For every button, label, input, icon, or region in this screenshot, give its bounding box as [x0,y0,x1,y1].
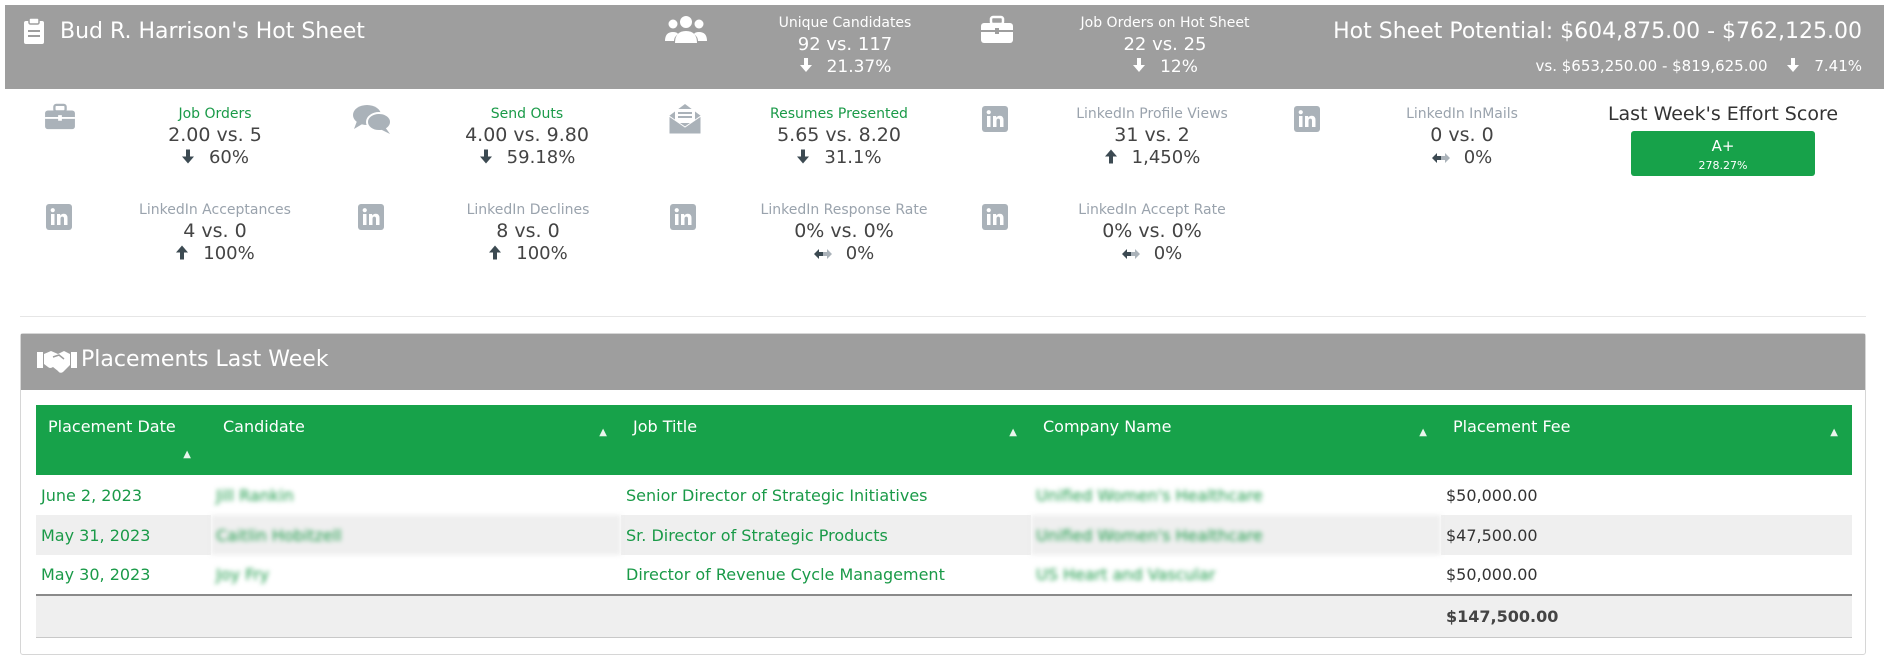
sort-icon[interactable]: ▲ [1419,421,1427,445]
column-header-placement-fee[interactable]: Placement Fee ▲ [1441,405,1852,475]
table-row: May 31, 2023 Caitlin Hobitzell Sr. Direc… [36,515,1852,555]
stat-linkedin-declines: LinkedIn Declines 8 vs. 0 100% [358,202,618,274]
placements-panel-header: Placements Last Week [21,334,1865,390]
arrow-left-right-icon [1431,148,1450,169]
sort-icon[interactable]: ▲ [1830,421,1838,445]
placements-panel: Placements Last Week Placement Date ▲ Can… [20,333,1866,655]
arrow-left-right-icon [813,244,832,265]
handshake-icon [37,348,77,378]
column-header-company-name[interactable]: Company Name ▲ [1031,405,1441,475]
linkedin-icon [670,204,696,234]
arrow-up-icon [1104,148,1118,169]
briefcase-icon [44,103,76,135]
placement-fee: $50,000.00 [1446,485,1538,505]
sort-icon[interactable]: ▲ [1009,421,1017,445]
stat-linkedin-accept-rate: LinkedIn Accept Rate 0% vs. 0% 0% [982,202,1272,274]
table-total-row: $147,500.00 [36,594,1852,638]
placement-date[interactable]: May 31, 2023 [36,515,211,555]
job-orders-hot-sheet-stat: Job Orders on Hot Sheet 22 vs. 25 12% [1080,15,1250,77]
hot-sheet-potential-compare: vs. $653,250.00 - $819,625.00 7.41% [1535,57,1862,76]
placements-title: Placements Last Week [81,347,329,372]
candidate-name[interactable]: Caitlin Hobitzell [211,515,621,555]
users-group-icon [665,13,707,51]
job-title[interactable]: Director of Revenue Cycle Management [621,555,1031,595]
arrow-left-right-icon [1121,244,1140,265]
stat-job-orders: Job Orders 2.00 vs. 5 60% [44,103,304,173]
placement-date[interactable]: June 2, 2023 [36,475,211,515]
placements-total: $147,500.00 [1441,594,1852,638]
column-header-placement-date[interactable]: Placement Date ▲ [36,405,211,475]
placement-fee: $50,000.00 [1446,565,1538,584]
hot-sheet-potential: Hot Sheet Potential: $604,875.00 - $762,… [1333,19,1862,44]
briefcase-icon [980,15,1014,49]
open-envelope-icon [668,103,702,139]
arrow-down-icon [1132,57,1146,77]
job-title[interactable]: Senior Director of Strategic Initiatives [621,475,1031,515]
linkedin-icon [358,204,384,234]
arrow-down-icon [181,148,195,169]
job-title[interactable]: Sr. Director of Strategic Products [621,515,1031,555]
stat-resumes-presented: Resumes Presented 5.65 vs. 8.20 31.1% [668,103,928,173]
linkedin-icon [982,106,1008,136]
chat-bubbles-icon [352,103,392,139]
arrow-down-icon [1786,57,1800,76]
sort-icon[interactable]: ▲ [599,421,607,445]
page-title: Bud R. Harrison's Hot Sheet [60,19,365,44]
arrow-up-icon [175,244,189,265]
arrow-up-icon [488,244,502,265]
placements-table: Placement Date ▲ Candidate ▲ Job Title ▲ Co… [36,405,1852,638]
candidate-name[interactable]: Joy Fry [211,555,621,595]
linkedin-icon [46,204,72,234]
candidate-name[interactable]: Jill Rankin [211,475,621,515]
stat-linkedin-profile-views: LinkedIn Profile Views 31 vs. 2 1,450% [982,106,1242,176]
stat-send-outs: Send Outs 4.00 vs. 9.80 59.18% [352,103,612,173]
arrow-down-icon [479,148,493,169]
section-divider [20,316,1866,317]
linkedin-icon [1294,106,1320,136]
company-name[interactable]: Unified Women's Healthcare [1031,515,1441,555]
company-name[interactable]: US Heart and Vascular [1031,555,1441,595]
placement-fee: $47,500.00 [1441,515,1852,555]
table-row: May 30, 2023 Joy Fry Director of Revenue… [36,555,1852,595]
placement-date[interactable]: May 30, 2023 [36,555,211,595]
sort-icon[interactable]: ▲ [183,443,191,467]
arrow-down-icon [799,57,813,77]
stat-linkedin-inmails: LinkedIn InMails 0 vs. 0 0% [1294,106,1554,176]
linkedin-icon [982,204,1008,234]
stat-linkedin-acceptances: LinkedIn Acceptances 4 vs. 0 100% [46,202,306,274]
table-row: June 2, 2023 Jill Rankin Senior Director… [36,475,1852,515]
column-header-candidate[interactable]: Candidate ▲ [211,405,621,475]
column-header-job-title[interactable]: Job Title ▲ [621,405,1031,475]
stat-linkedin-response-rate: LinkedIn Response Rate 0% vs. 0% 0% [670,202,960,274]
effort-score-badge: A+ 278.27% [1631,131,1815,176]
unique-candidates-stat: Unique Candidates 92 vs. 117 21.37% [778,15,912,77]
company-name[interactable]: Unified Women's Healthcare [1031,475,1441,515]
arrow-down-icon [796,148,810,169]
hot-sheet-header: Bud R. Harrison's Hot Sheet Unique Candi… [5,5,1884,89]
effort-score: Last Week's Effort Score A+ 278.27% [1598,103,1848,176]
clipboard-icon [23,17,45,49]
